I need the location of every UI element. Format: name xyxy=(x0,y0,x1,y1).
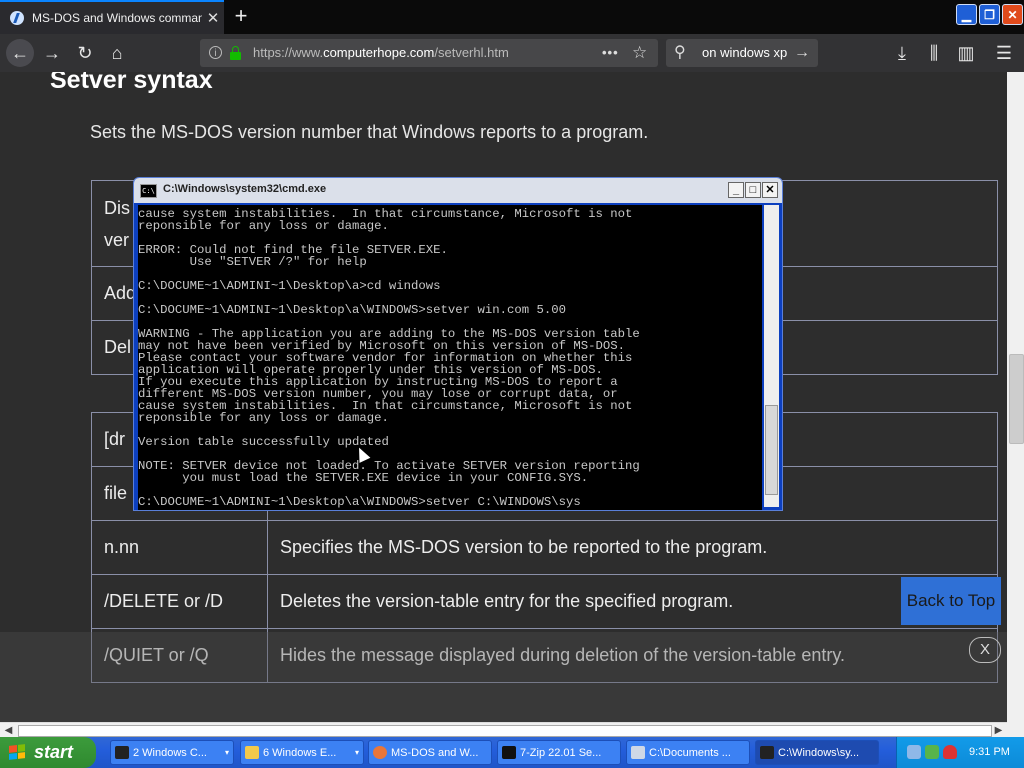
nav-bar: ← → ↻ ⌂ i https://www.computerhope.com/s… xyxy=(0,34,1024,72)
tab-strip: MS-DOS and Windows command l ✕ + ▁ ❐ ✕ xyxy=(0,0,1024,34)
search-icon: ⚲ xyxy=(674,44,686,61)
forward-button[interactable]: → xyxy=(38,39,66,67)
clock[interactable]: 9:31 PM xyxy=(969,737,1010,768)
table-cell: Deletes the version-table entry for the … xyxy=(267,574,998,629)
cmd-maximize-button[interactable]: □ xyxy=(745,182,761,198)
close-overlay-button[interactable]: X xyxy=(969,637,1001,663)
start-button[interactable]: start xyxy=(0,737,96,768)
page-description: Sets the MS-DOS version number that Wind… xyxy=(90,122,649,142)
scroll-right-icon[interactable]: ▶ xyxy=(991,723,1006,738)
network-icon[interactable] xyxy=(907,745,921,759)
taskbar-button[interactable]: MS-DOS and W... xyxy=(368,740,492,765)
scrollbar-thumb[interactable] xyxy=(18,725,992,737)
window-controls: ▁ ❐ ✕ xyxy=(955,0,1024,29)
taskbar-button-label: 6 Windows E... xyxy=(263,747,337,759)
url-bar[interactable]: i https://www.computerhope.com/setverhl.… xyxy=(200,39,658,67)
taskbar: start 2 Windows C... ▾ 6 Windows E... ▾ … xyxy=(0,737,1024,768)
taskbar-button[interactable]: C:\Documents ... xyxy=(626,740,750,765)
cmd-console-output[interactable]: cause system instabilities. In that circ… xyxy=(138,205,762,510)
chevron-down-icon: ▾ xyxy=(224,748,229,757)
minimize-button[interactable]: ▁ xyxy=(956,4,977,25)
horizontal-scrollbar[interactable]: ◀ ▶ xyxy=(0,722,1007,738)
chevron-down-icon: ▾ xyxy=(354,748,359,757)
cmd-icon xyxy=(760,746,774,759)
restore-button[interactable]: ❐ xyxy=(979,4,1000,25)
safely-remove-icon[interactable] xyxy=(925,745,939,759)
cmd-icon: C:\ xyxy=(140,184,157,198)
url-text[interactable]: https://www.computerhope.com/setverhl.ht… xyxy=(253,39,509,67)
taskbar-button-label: C:\Documents ... xyxy=(649,747,731,759)
tab-active[interactable]: MS-DOS and Windows command l ✕ xyxy=(0,0,224,34)
cmd-minimize-button[interactable]: _ xyxy=(728,182,744,198)
url-prefix: https://www. xyxy=(253,45,324,60)
cmd-window[interactable]: C:\ C:\Windows\system32\cmd.exe _ □ ✕ ca… xyxy=(133,177,783,511)
security-shield-icon[interactable] xyxy=(943,745,957,759)
download-icon[interactable]: ⤓ xyxy=(888,39,916,67)
scrollbar-corner xyxy=(1007,722,1024,737)
close-window-button[interactable]: ✕ xyxy=(1002,4,1023,25)
vertical-scrollbar[interactable] xyxy=(1007,72,1024,722)
system-tray: 9:31 PM xyxy=(896,737,1024,768)
url-domain: computerhope.com xyxy=(323,45,435,60)
info-icon[interactable]: i xyxy=(209,46,222,59)
7zip-icon xyxy=(502,746,516,759)
scrollbar-thumb[interactable] xyxy=(1009,354,1024,444)
folder-icon xyxy=(245,746,259,759)
search-text[interactable]: on windows xp xyxy=(702,39,787,67)
search-go-icon[interactable]: → xyxy=(794,39,810,67)
sidebar-icon[interactable]: ▥ xyxy=(952,39,980,67)
bookmark-star-icon[interactable]: ☆ xyxy=(632,39,647,67)
taskbar-button-label: C:\Windows\sy... xyxy=(778,747,860,759)
taskbar-button-label: MS-DOS and W... xyxy=(391,747,479,759)
tab-title: MS-DOS and Windows command l xyxy=(32,11,202,25)
start-label: start xyxy=(34,742,74,762)
taskbar-button[interactable]: 7-Zip 22.01 Se... xyxy=(497,740,621,765)
cmd-close-button[interactable]: ✕ xyxy=(762,182,778,198)
page-actions-icon[interactable]: ••• xyxy=(602,39,619,67)
table-row: /DELETE or /D Deletes the version-table … xyxy=(91,574,998,629)
table-cell: Specifies the MS-DOS version to be repor… xyxy=(267,520,998,575)
table-row: n.nn Specifies the MS-DOS version to be … xyxy=(91,520,998,575)
menu-icon[interactable]: ☰ xyxy=(990,39,1018,67)
scrollbar-thumb[interactable] xyxy=(765,405,778,495)
taskbar-button-active[interactable]: C:\Windows\sy... xyxy=(755,740,879,765)
back-button[interactable]: ← xyxy=(6,39,34,67)
cmd-title: C:\Windows\system32\cmd.exe xyxy=(163,183,327,195)
site-favicon-icon xyxy=(10,11,24,25)
lock-icon xyxy=(230,46,241,60)
table-cell: n.nn xyxy=(91,520,268,575)
scroll-left-icon[interactable]: ◀ xyxy=(1,723,16,738)
taskbar-button-label: 2 Windows C... xyxy=(133,747,207,759)
cmd-titlebar[interactable]: C:\ C:\Windows\system32\cmd.exe _ □ ✕ xyxy=(134,178,782,203)
bottom-overlay xyxy=(0,632,1007,722)
home-button[interactable]: ⌂ xyxy=(103,39,131,67)
library-icon[interactable]: ⫼ xyxy=(920,39,948,67)
search-bar[interactable]: ⚲ on windows xp → xyxy=(666,39,818,67)
taskbar-button[interactable]: 2 Windows C... ▾ xyxy=(110,740,234,765)
reload-button[interactable]: ↻ xyxy=(71,39,99,67)
table-cell: /DELETE or /D xyxy=(91,574,268,629)
new-tab-button[interactable]: + xyxy=(230,4,252,28)
firefox-icon xyxy=(373,746,387,759)
back-to-top-button[interactable]: Back to Top xyxy=(901,577,1001,625)
taskbar-button[interactable]: 6 Windows E... ▾ xyxy=(240,740,364,765)
explorer-icon xyxy=(631,746,645,759)
taskbar-button-label: 7-Zip 22.01 Se... xyxy=(520,747,602,759)
cmd-icon xyxy=(115,746,129,759)
windows-logo-icon xyxy=(9,744,25,760)
cmd-scrollbar[interactable] xyxy=(764,205,779,507)
tab-close-icon[interactable]: ✕ xyxy=(202,9,224,27)
url-path: /setverhl.htm xyxy=(434,45,509,60)
page-heading: Setver syntax xyxy=(50,72,213,94)
